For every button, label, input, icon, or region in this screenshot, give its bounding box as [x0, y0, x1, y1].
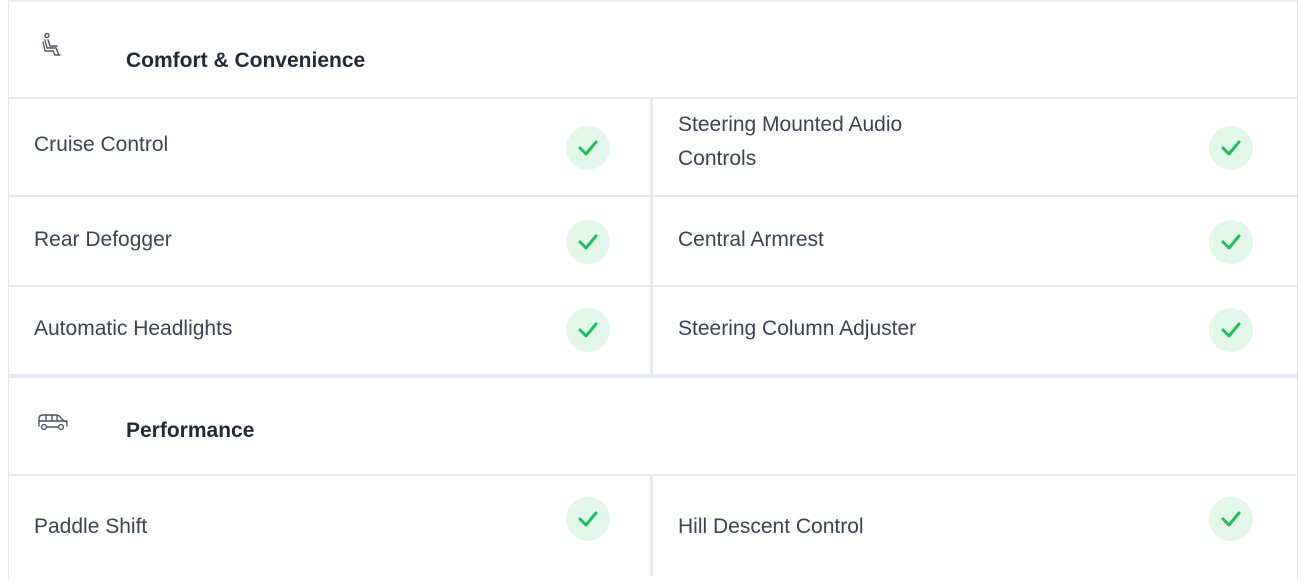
section-header-performance: Performance: [9, 374, 1297, 476]
check-icon: [1209, 220, 1253, 264]
feature-cell: Steering Mounted Audio Controls: [653, 99, 1297, 195]
feature-cell: Automatic Headlights: [9, 287, 653, 374]
feature-label: Steering Mounted Audio Controls: [678, 108, 902, 176]
feature-label: Steering Column Adjuster: [678, 317, 917, 340]
check-icon: [566, 220, 610, 264]
table-row: Cruise Control Steering Mounted Audio Co…: [9, 99, 1297, 197]
feature-cell: Central Armrest: [653, 197, 1297, 285]
section-header-comfort: Comfort & Convenience: [9, 2, 1297, 99]
feature-cell: Paddle Shift: [9, 476, 653, 576]
check-icon: [1209, 308, 1253, 352]
feature-label: Cruise Control: [34, 133, 169, 156]
feature-cell: Cruise Control: [9, 99, 653, 195]
car-seat-icon: [42, 32, 61, 56]
feature-label: Paddle Shift: [34, 515, 148, 538]
check-icon: [1209, 497, 1253, 541]
check-icon: [1209, 126, 1253, 170]
feature-label-line: Steering Mounted Audio: [678, 113, 903, 136]
feature-label: Central Armrest: [678, 228, 824, 251]
check-icon: [566, 497, 610, 541]
table-row: Automatic Headlights Steering Column Adj…: [9, 287, 1297, 374]
car-engine-icon: [38, 414, 68, 431]
feature-cell: Steering Column Adjuster: [653, 287, 1297, 374]
check-icon: [566, 126, 610, 170]
feature-label: Rear Defogger: [34, 228, 172, 251]
section-title: Comfort & Convenience: [126, 49, 366, 72]
section-title: Performance: [126, 419, 255, 442]
feature-label-line: Controls: [678, 147, 757, 170]
check-icon: [566, 308, 610, 352]
feature-label: Hill Descent Control: [678, 515, 864, 538]
feature-cell: Rear Defogger: [9, 197, 653, 285]
feature-cell: Hill Descent Control: [653, 476, 1297, 576]
specs-table: Comfort & Convenience Cruise Control Ste…: [8, 0, 1298, 580]
table-row: Rear Defogger Central Armrest: [9, 197, 1297, 287]
table-row: Paddle Shift Hill Descent Control: [9, 476, 1297, 576]
feature-label: Automatic Headlights: [34, 317, 233, 340]
